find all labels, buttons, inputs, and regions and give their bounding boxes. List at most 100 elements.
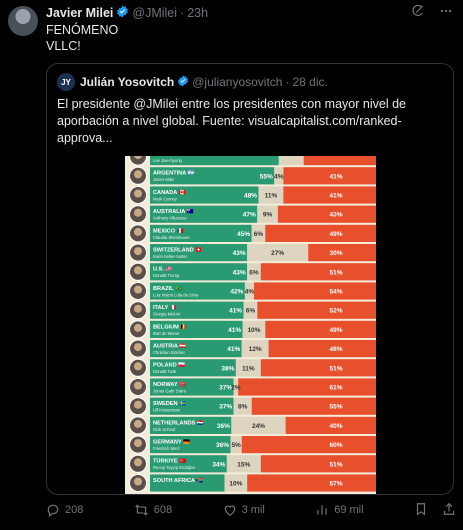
leader-label: Javier Milei [153,177,174,182]
more-icon[interactable] [439,4,453,21]
country-label: POLAND 🇵🇱 [153,362,185,369]
quoted-text: El presidente @JMilei entre los presiden… [57,97,406,145]
post-text-line: FENÓMENO [46,23,119,37]
author-handle[interactable]: @JMilei [132,6,177,20]
disapprove-bar [265,320,376,338]
post-time[interactable]: 23h [187,6,208,20]
leader-label: Jonas Gahr Støre [153,388,187,393]
reply-count: 208 [65,504,84,516]
approve-value: 55% [260,173,273,180]
leader-portrait-face [134,458,142,467]
neutral-value: 27% [271,250,284,257]
country-label: GERMANY 🇩🇪 [153,439,190,446]
author-name[interactable]: Javier Milei [46,6,113,20]
disapprove-bar [253,282,376,300]
share-button[interactable] [442,502,456,519]
bookmark-button[interactable] [414,502,428,519]
country-label: SWEDEN 🇸🇪 [153,400,186,407]
leader-portrait-face [134,323,142,332]
neutral-value: 10% [247,327,260,334]
disapprove-bar [260,359,376,377]
neutral-value: 15% [237,461,250,468]
approve-value: 36% [217,423,230,430]
neutral-value: 4% [245,289,255,296]
leader-portrait-face [134,419,142,428]
chart-image[interactable]: Lee Jae-myung ARGENTINA 🇦🇷 Javier Milei 55%… [125,156,376,494]
neutral-value: 8% [238,404,248,411]
like-count: 3 mil [241,504,265,516]
post-header: Javier Milei @JMilei · 23h [46,4,453,22]
neutral-value: 11% [265,193,278,200]
disapprove-bar [303,156,376,166]
disapprove-value: 51% [329,365,342,372]
views-button[interactable]: 69 mil [315,503,364,517]
grok-icon[interactable] [411,4,425,21]
separator-dot: · [180,6,185,20]
reply-button[interactable]: 208 [46,503,83,517]
approval-chart: Lee Jae-myung ARGENTINA 🇦🇷Javier Milei 55%… [129,156,376,492]
disapprove-value: 40% [329,423,342,430]
separator-dot: · [285,75,290,89]
post[interactable]: Javier Milei @JMilei · 23h FENÓMENO VLLC… [0,0,463,530]
country-label: TÜRKIYE 🇹🇷 [153,458,186,465]
repost-count: 608 [153,504,173,516]
verified-badge-icon [177,75,189,90]
approve-value: 37% [219,404,232,411]
leader-label: Donald Trump [153,273,180,278]
leader-portrait-face [134,400,142,409]
disapprove-value: 41% [329,173,342,180]
leader-portrait-face [134,247,142,256]
leader-label: Anthony Albanese [153,216,187,221]
neutral-value: 9% [263,212,273,219]
country-label: ARGENTINA 🇦🇷 [153,170,195,177]
neutral-bar [278,156,304,166]
approve-value: 38% [221,365,234,372]
disapprove-value: 54% [329,289,342,296]
disapprove-value: 60% [329,442,342,449]
post-text: FENÓMENO VLLC! [46,22,118,54]
quoted-post[interactable]: JY Julián Yosovitch @julianyosovitch · 2… [46,63,454,495]
disapprove-value: 51% [329,461,342,468]
leader-label: Giorgia Meloni [153,312,180,317]
disapprove-value: 61% [329,385,342,392]
approve-value: 42% [230,289,243,296]
leader-portrait-face [134,285,142,294]
neutral-value: 6% [249,269,259,276]
like-icon [224,505,235,516]
leader-portrait-face [134,304,142,313]
approve-value: 36% [216,442,229,449]
country-label: NETHERLANDS 🇳🇱 [153,419,204,426]
country-label: AUSTRALIA 🇦🇺 [153,207,194,215]
author-avatar[interactable] [8,6,38,36]
disapprove-value: 48% [329,346,342,353]
country-label: NORWAY 🇳🇴 [153,381,186,388]
neutral-value: 4% [274,173,284,180]
country-label: CANADA 🇨🇦 [153,189,186,196]
neutral-value: 6% [246,308,256,315]
country-label: ITALY 🇮🇹 [153,304,177,311]
leader-label: Dick Schoof [153,427,176,432]
disapprove-value: 43% [329,212,342,219]
leader-label: Lee Jae-myung [153,158,183,163]
neutral-value: 24% [252,423,265,430]
action-bar: 208 608 3 mil 69 mil [46,500,456,520]
leader-label: Christian Stocker [153,350,185,355]
leader-portrait-face [134,227,142,236]
quoted-author-name: Julián Yosovitch [80,75,175,89]
like-button[interactable]: 3 mil [223,503,265,517]
disapprove-value: 51% [329,269,342,276]
disapprove-bar [268,340,376,358]
disapprove-value: 49% [329,327,342,334]
neutral-value: 6% [254,231,264,238]
leader-portrait-face [134,439,142,448]
share-icon [443,502,455,515]
country-label: SWITZERLAND 🇨🇭 [153,246,202,254]
repost-button[interactable]: 608 [134,503,172,517]
quoted-time: 28 dic. [292,75,328,89]
disapprove-bar [238,378,376,396]
quoted-author-avatar: JY [57,73,75,91]
leader-label: Mark Carney [153,196,178,201]
leader-portrait-face [134,362,142,371]
disapprove-bar [265,224,376,242]
country-label: MEXICO 🇲🇽 [153,227,184,234]
